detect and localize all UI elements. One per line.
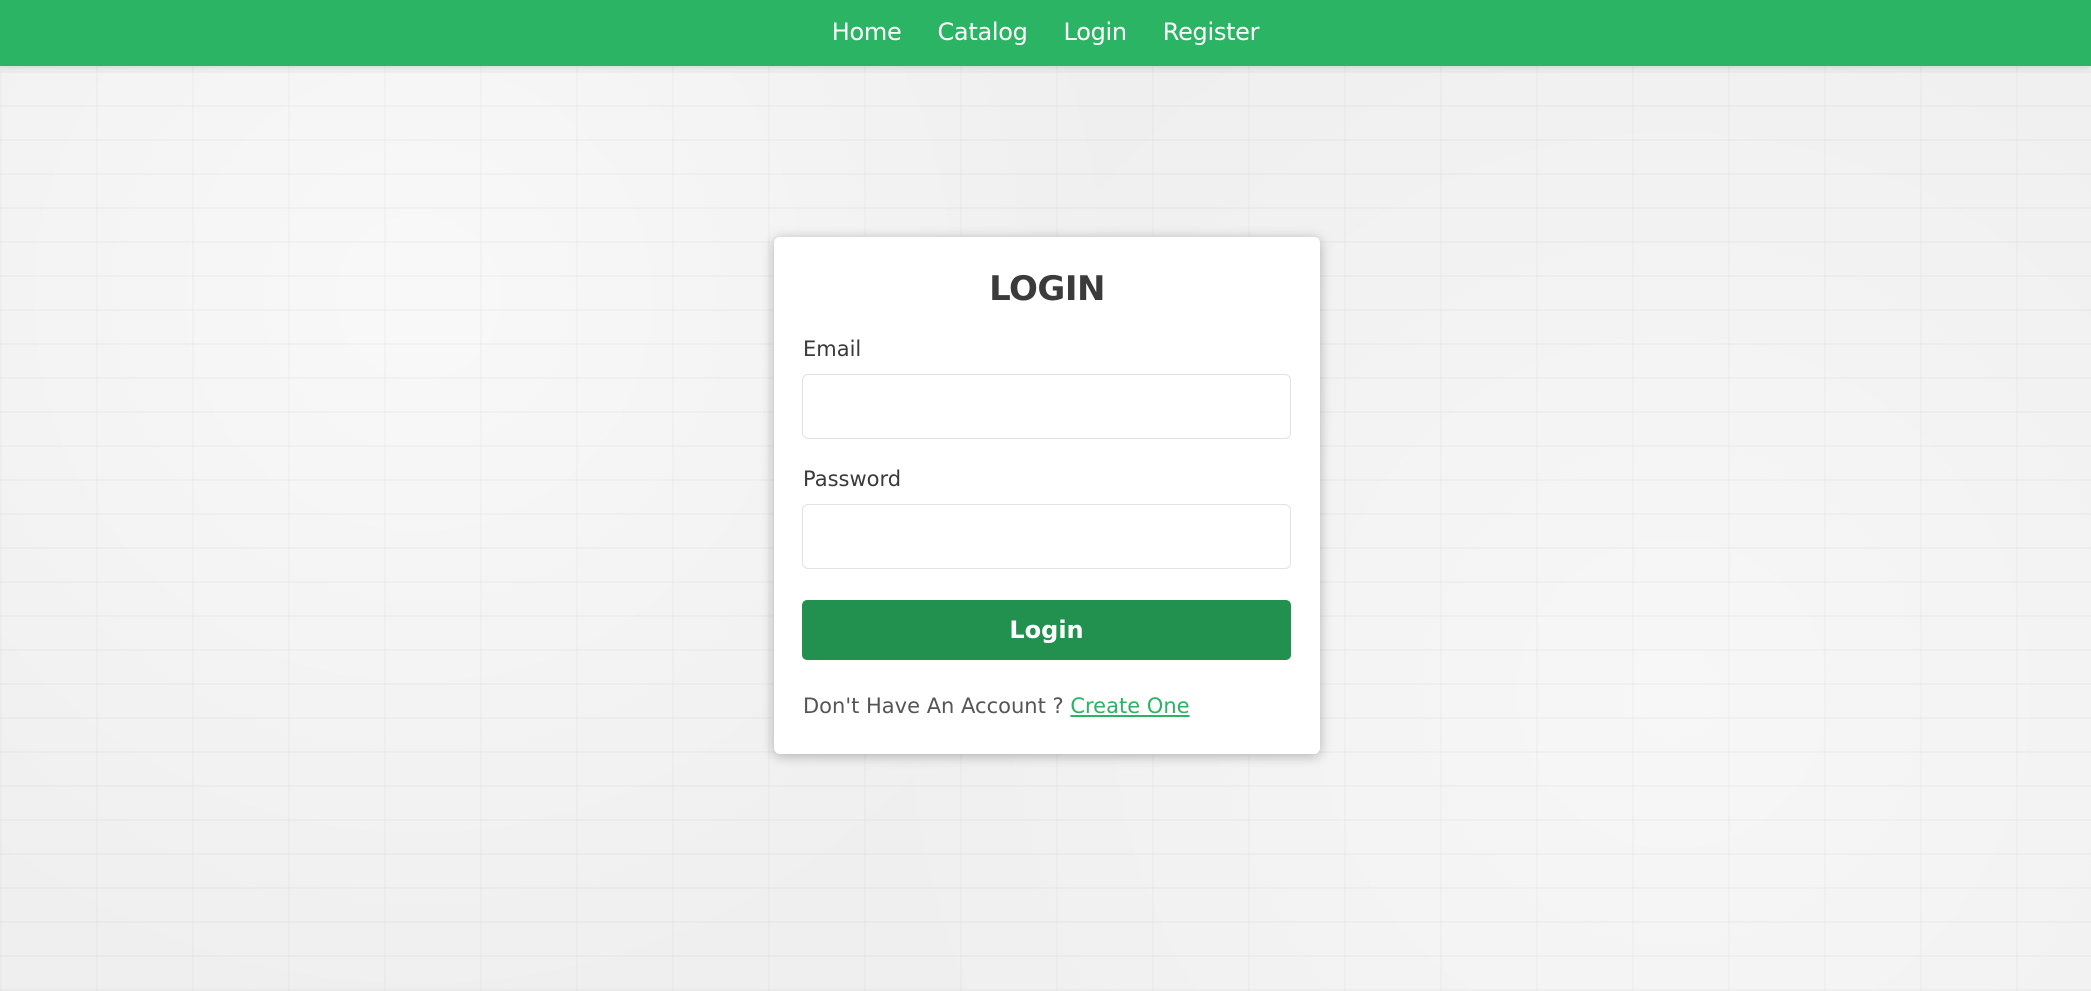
nav-link-login[interactable]: Login	[1064, 18, 1128, 46]
nav-link-register[interactable]: Register	[1163, 18, 1260, 46]
signup-prompt-text: Don't Have An Account ?	[803, 694, 1064, 718]
nav-link-catalog[interactable]: Catalog	[937, 18, 1027, 46]
top-navbar: Home Catalog Login Register	[0, 0, 2091, 66]
nav-links: Home Catalog Login Register	[832, 18, 1260, 46]
email-label: Email	[803, 337, 862, 361]
login-card: LOGIN Email Password Login Don't Have An…	[774, 237, 1320, 754]
signup-prompt-row: Don't Have An Account ? Create One	[803, 694, 1190, 718]
password-label: Password	[803, 467, 902, 491]
login-title: LOGIN	[989, 269, 1105, 309]
password-field[interactable]	[802, 504, 1291, 569]
nav-link-home[interactable]: Home	[832, 18, 902, 46]
login-button[interactable]: Login	[802, 600, 1291, 660]
create-account-link[interactable]: Create One	[1070, 694, 1189, 718]
email-field[interactable]	[802, 374, 1291, 439]
